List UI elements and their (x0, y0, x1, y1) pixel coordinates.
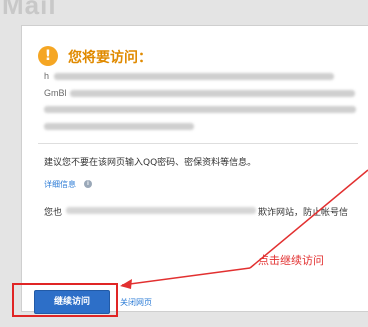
arrow-head (120, 279, 132, 289)
close-page-link[interactable]: 关闭网页 (120, 297, 152, 308)
arrow-line-top (249, 169, 368, 269)
continue-button[interactable]: 继续访问 (34, 290, 110, 314)
annotation-arrows (120, 169, 368, 289)
arrow-line-bottom (121, 267, 251, 286)
